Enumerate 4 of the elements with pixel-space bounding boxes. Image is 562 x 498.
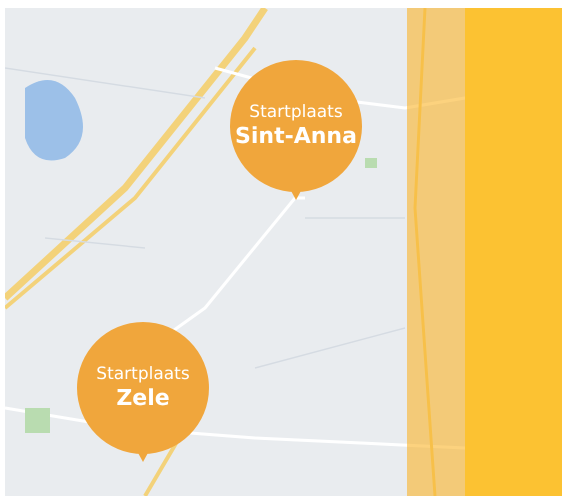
pin-label: Startplaats <box>96 363 190 385</box>
pin-place-name: Zele <box>116 385 170 413</box>
pin-place-name: Sint-Anna <box>235 123 357 151</box>
pin-label: Startplaats <box>249 101 343 123</box>
